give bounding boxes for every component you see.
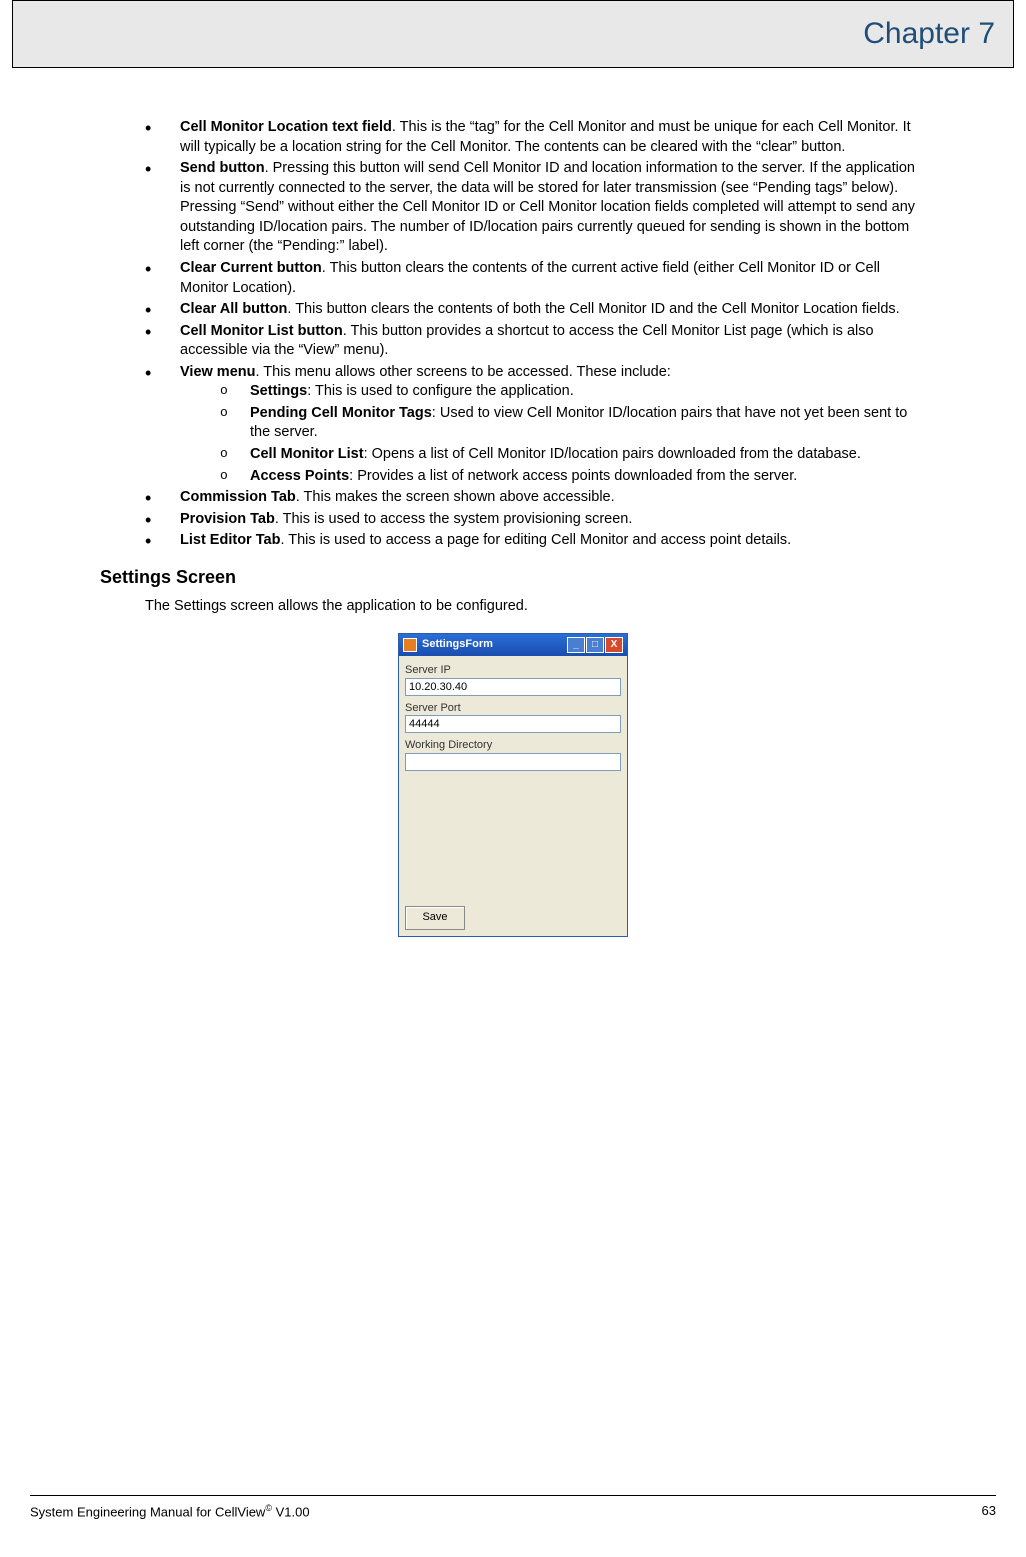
term: Send button: [180, 160, 265, 176]
footer-left: System Engineering Manual for CellView© …: [30, 1502, 310, 1521]
list-item: Pending Cell Monitor Tags: Used to view …: [220, 404, 926, 443]
desc: . This is used to access the system prov…: [275, 511, 633, 527]
list-item: Access Points: Provides a list of networ…: [220, 467, 926, 487]
chapter-title: Chapter 7: [863, 14, 995, 55]
close-button[interactable]: X: [605, 637, 623, 653]
sub-list: Settings: This is used to configure the …: [220, 382, 926, 486]
list-item: Clear Current button. This button clears…: [145, 259, 926, 298]
window-icon: [403, 638, 417, 652]
settings-form-window: SettingsForm _ □ X Server IP Server Port…: [398, 633, 628, 937]
term: View menu: [180, 364, 255, 380]
server-port-input[interactable]: [405, 715, 621, 733]
term: Access Points: [250, 468, 349, 484]
term: Cell Monitor Location text field: [180, 119, 392, 135]
section-heading: Settings Screen: [100, 565, 926, 589]
desc: : Opens a list of Cell Monitor ID/locati…: [364, 446, 861, 462]
term: List Editor Tab: [180, 532, 280, 548]
term: Provision Tab: [180, 511, 275, 527]
desc: : Provides a list of network access poin…: [349, 468, 797, 484]
list-item: Provision Tab. This is used to access th…: [145, 510, 926, 530]
chapter-header: Chapter 7: [12, 0, 1014, 68]
server-ip-label: Server IP: [405, 663, 621, 678]
list-item: Cell Monitor List: Opens a list of Cell …: [220, 445, 926, 465]
list-item: List Editor Tab. This is used to access …: [145, 531, 926, 551]
server-port-label: Server Port: [405, 701, 621, 716]
page-number: 63: [982, 1502, 996, 1521]
form-body: Server IP Server Port Working Directory …: [399, 656, 627, 936]
term: Clear Current button: [180, 260, 322, 276]
list-item: Settings: This is used to configure the …: [220, 382, 926, 402]
term: Cell Monitor List: [250, 446, 364, 462]
list-item: View menu. This menu allows other screen…: [145, 363, 926, 486]
page-footer: System Engineering Manual for CellView© …: [30, 1495, 996, 1521]
term: Commission Tab: [180, 489, 296, 505]
page-content: Cell Monitor Location text field . This i…: [100, 118, 926, 937]
list-item: Clear All button. This button clears the…: [145, 300, 926, 320]
bullet-list: Cell Monitor Location text field . This i…: [145, 118, 926, 551]
window-titlebar[interactable]: SettingsForm _ □ X: [399, 634, 627, 656]
term: Cell Monitor List button: [180, 323, 343, 339]
desc: : This is used to configure the applicat…: [307, 383, 574, 399]
desc: . This button clears the contents of bot…: [287, 301, 899, 317]
desc: . This makes the screen shown above acce…: [296, 489, 615, 505]
term: Settings: [250, 383, 307, 399]
desc: . Pressing this button will send Cell Mo…: [180, 160, 915, 254]
list-item: Cell Monitor List button. This button pr…: [145, 322, 926, 361]
minimize-button[interactable]: _: [567, 637, 585, 653]
footer-version: V1.00: [272, 1504, 310, 1519]
desc: . This menu allows other screens to be a…: [255, 364, 670, 380]
registered-mark: ©: [265, 1503, 272, 1513]
maximize-button[interactable]: □: [586, 637, 604, 653]
window-title: SettingsForm: [422, 637, 567, 652]
server-ip-input[interactable]: [405, 678, 621, 696]
list-item: Commission Tab. This makes the screen sh…: [145, 488, 926, 508]
working-dir-label: Working Directory: [405, 738, 621, 753]
section-intro: The Settings screen allows the applicati…: [145, 597, 926, 617]
term: Clear All button: [180, 301, 287, 317]
list-item: Cell Monitor Location text field. This i…: [145, 118, 926, 157]
list-item: Send button. Pressing this button will s…: [145, 159, 926, 257]
working-dir-input[interactable]: [405, 753, 621, 771]
desc: . This is used to access a page for edit…: [280, 532, 791, 548]
footer-manual-name: System Engineering Manual for CellView: [30, 1504, 265, 1519]
term: Pending Cell Monitor Tags: [250, 405, 432, 421]
save-button[interactable]: Save: [405, 906, 465, 930]
